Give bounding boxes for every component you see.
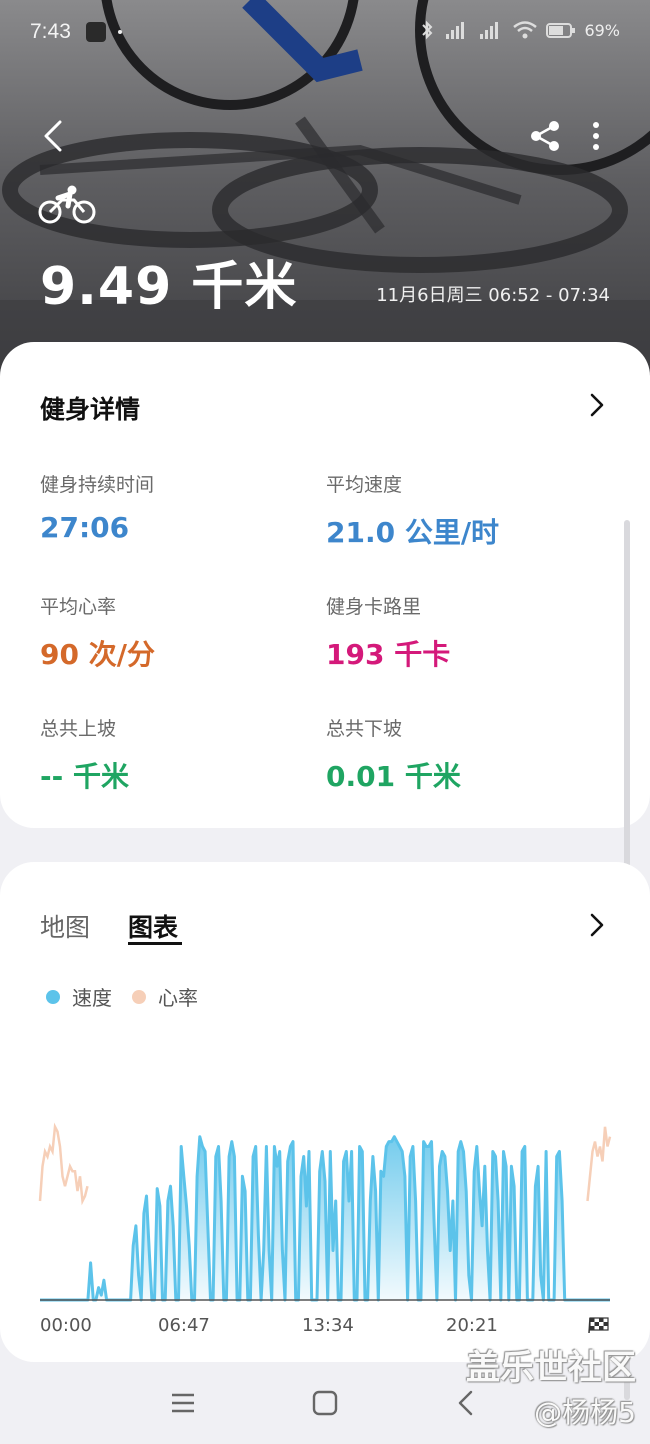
- x-tick-label: 20:21: [446, 1315, 498, 1336]
- chevron-right-icon[interactable]: [586, 912, 608, 938]
- share-icon: [531, 121, 559, 151]
- battery-icon: [546, 23, 576, 38]
- stat-avg-speed: 平均速度 21.0 公里/时: [326, 470, 499, 551]
- tab-chart[interactable]: 图表: [128, 908, 178, 944]
- stat-label: 健身卡路里: [326, 596, 422, 618]
- home-icon[interactable]: [310, 1388, 340, 1418]
- status-bar: 7:43 69%: [0, 0, 650, 64]
- watermark-handle: @杨杨5: [534, 1396, 636, 1429]
- legend-label: 心率: [158, 986, 198, 1010]
- share-button[interactable]: [528, 118, 562, 154]
- legend-item-speed: 速度: [46, 982, 112, 1011]
- watermark: 盖乐世社区 @杨杨5: [466, 1340, 636, 1431]
- chart-legend: 速度 心率: [46, 982, 218, 1011]
- battery-percent: 69%: [584, 20, 620, 40]
- notification-icon: [86, 22, 106, 42]
- more-notifications-icon: [118, 30, 122, 34]
- legend-dot-speed: [46, 989, 60, 1004]
- more-vert-icon: [593, 122, 599, 150]
- stat-value: -- 千米: [40, 760, 129, 793]
- workout-time-range: 11月6日周三 06:52 - 07:34: [376, 285, 610, 306]
- stat-value: 193 千卡: [326, 638, 451, 671]
- stat-duration: 健身持续时间 27:06: [40, 470, 154, 544]
- heart-rate-line: [586, 1126, 612, 1202]
- more-options-button[interactable]: [584, 118, 608, 154]
- stat-value: 21.0 公里/时: [326, 516, 500, 549]
- stat-label: 总共下坡: [326, 718, 403, 740]
- active-tab-indicator: [128, 942, 182, 945]
- chevron-right-icon[interactable]: [586, 392, 608, 418]
- finish-flag-icon: [588, 1317, 609, 1334]
- recent-apps-icon[interactable]: [168, 1388, 198, 1418]
- watermark-site: 盖乐世社区: [466, 1348, 636, 1388]
- stat-value: 90 次/分: [40, 638, 155, 671]
- stat-total-ascent: 总共上坡 -- 千米: [40, 714, 129, 795]
- stat-label: 平均速度: [326, 474, 403, 496]
- back-arrow-icon: [44, 120, 62, 152]
- x-tick-label: 13:34: [302, 1315, 354, 1336]
- legend-item-heart-rate: 心率: [132, 982, 198, 1011]
- chart-card: 地图 图表 速度 心率: [0, 862, 650, 1362]
- total-distance: 9.49 千米: [40, 257, 298, 317]
- status-icons: 69%: [418, 20, 620, 40]
- workout-details-card: 健身详情 健身持续时间 27:06 平均速度 21.0 公里/时 平均心率 90…: [0, 342, 650, 828]
- stat-label: 平均心率: [40, 596, 117, 618]
- stat-avg-heart-rate: 平均心率 90 次/分: [40, 592, 155, 673]
- legend-dot-heart-rate: [132, 989, 146, 1004]
- signal-hd-icon: [446, 22, 465, 39]
- stat-total-descent: 总共下坡 0.01 千米: [326, 714, 461, 795]
- stat-value: 27:06: [40, 511, 130, 544]
- x-tick-label: 00:00: [40, 1315, 92, 1336]
- stat-value: 0.01 千米: [326, 760, 461, 793]
- hero-banner: 7:43 69% 9.49 千米 11月6日周三 06:52 - 07:34: [0, 0, 650, 400]
- heart-rate-line: [38, 1122, 89, 1206]
- back-button[interactable]: [36, 116, 72, 156]
- speed-heart-rate-chart[interactable]: [0, 1092, 650, 1312]
- bluetooth-icon: [422, 20, 433, 40]
- details-title: 健身详情: [40, 395, 141, 424]
- stat-label: 总共上坡: [40, 718, 117, 740]
- legend-label: 速度: [72, 986, 112, 1010]
- nav-back-icon[interactable]: [452, 1388, 482, 1418]
- status-time: 7:43: [30, 20, 71, 43]
- signal-icon: [480, 22, 499, 39]
- stat-label: 健身持续时间: [40, 474, 155, 496]
- stat-calories: 健身卡路里 193 千卡: [326, 592, 450, 673]
- cycling-icon: [38, 185, 96, 224]
- tab-map[interactable]: 地图: [40, 908, 90, 944]
- x-tick-label: 06:47: [158, 1315, 210, 1336]
- wifi-icon: [513, 21, 538, 39]
